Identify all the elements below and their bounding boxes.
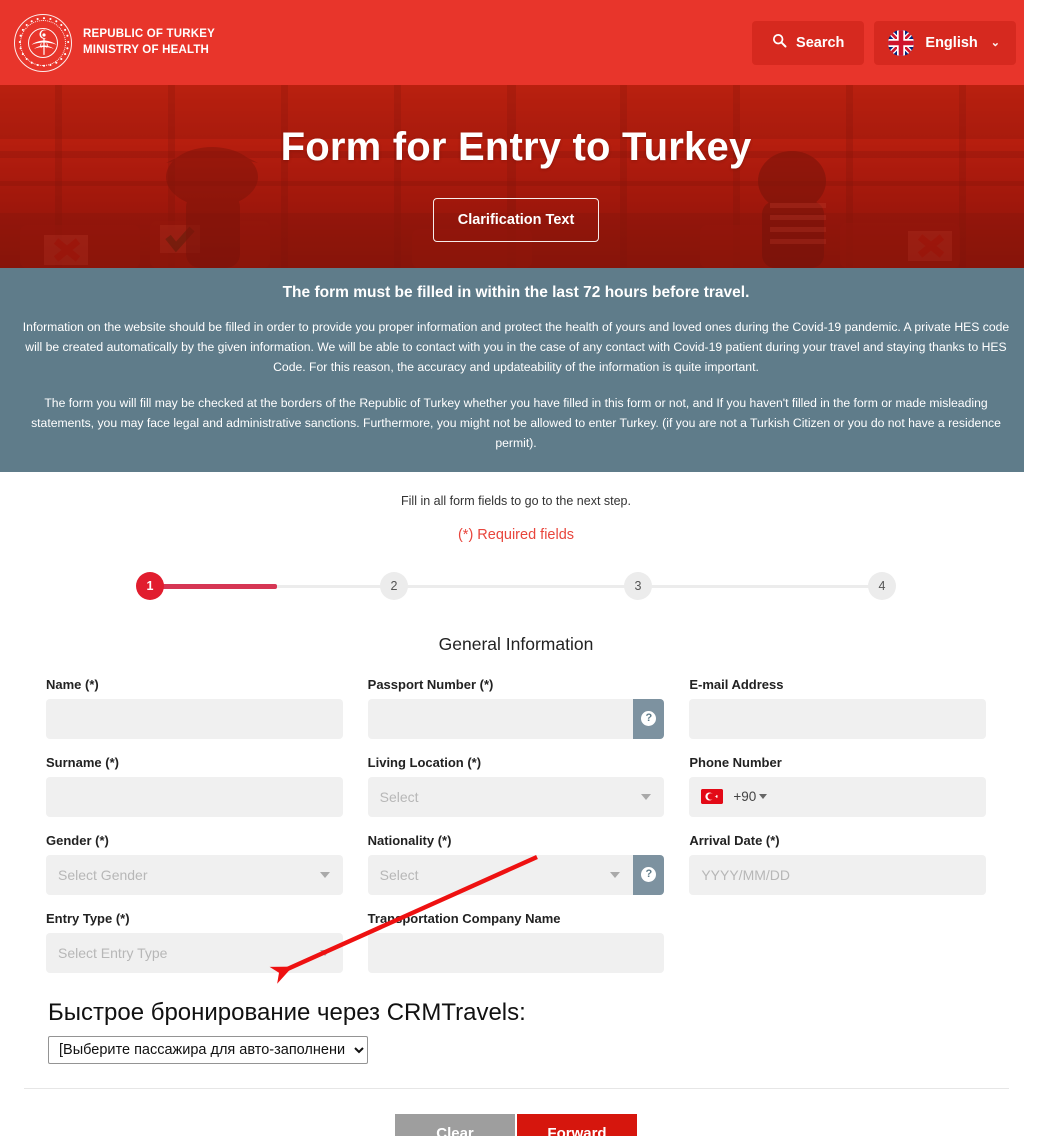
field-living-location: Living Location (*) <box>367 754 665 817</box>
question-mark-icon: ? <box>641 867 657 883</box>
forward-button[interactable]: Forward <box>517 1113 637 1136</box>
org-line-2: MINISTRY OF HEALTH <box>83 43 210 56</box>
step-1[interactable]: 1 <box>136 571 164 600</box>
language-label: English <box>925 34 978 51</box>
label-entry-type: Entry Type (*) <box>46 910 130 926</box>
question-mark-icon: ? <box>641 711 657 727</box>
clarification-text-button[interactable]: Clarification Text <box>432 198 600 242</box>
name-input[interactable] <box>46 698 343 739</box>
turkey-flag-icon <box>701 789 724 805</box>
field-email: E-mail Address <box>689 677 986 739</box>
transportation-company-input[interactable] <box>367 932 665 973</box>
living-location-select[interactable] <box>367 776 665 817</box>
field-phone-number: Phone Number +90 <box>689 755 986 817</box>
field-entry-type: Entry Type (*) <box>46 911 343 973</box>
step-progress: 1 2 3 4 <box>136 571 896 600</box>
crm-quick-booking-section: Быстрое бронирование через CRMTravels: [… <box>46 999 986 1064</box>
uk-flag-icon <box>888 29 915 56</box>
email-input[interactable] <box>689 698 986 739</box>
field-surname: Surname (*) <box>46 755 343 817</box>
entry-type-select[interactable] <box>46 932 343 973</box>
form-actions: Clear Forward <box>0 1113 1032 1136</box>
page-root: REPUBLIC OF TURKEY MINISTRY OF HEALTH Se… <box>0 0 1032 1136</box>
browser-edge-strip <box>1024 0 1032 1136</box>
site-header: REPUBLIC OF TURKEY MINISTRY OF HEALTH Se… <box>0 0 1032 85</box>
info-banner-heading: The form must be filled in within the la… <box>282 284 750 301</box>
language-selector[interactable]: English ⌄ <box>874 20 1016 65</box>
footer-divider <box>23 1087 1009 1089</box>
chevron-down-icon <box>759 794 768 800</box>
hero-banner: Form for Entry to Turkey Clarification T… <box>0 85 1032 268</box>
step-2[interactable]: 2 <box>380 571 408 600</box>
surname-input[interactable] <box>46 776 343 817</box>
label-phone-number: Phone Number <box>689 754 782 770</box>
passport-number-input[interactable] <box>367 698 634 739</box>
gender-select[interactable] <box>46 854 343 895</box>
field-arrival-date: Arrival Date (*) <box>689 833 986 895</box>
nationality-help-button[interactable]: ? <box>633 854 665 895</box>
label-passport-number: Passport Number (*) <box>367 676 494 692</box>
label-transportation-company: Transportation Company Name <box>367 910 561 926</box>
section-title: General Information <box>438 633 594 654</box>
info-banner-paragraph-2: The form you will fill may be checked at… <box>31 396 1001 450</box>
label-gender: Gender (*) <box>46 832 109 848</box>
field-gender: Gender (*) <box>46 833 343 895</box>
clear-button[interactable]: Clear <box>395 1113 515 1136</box>
header-actions: Search English ⌄ <box>752 20 1016 65</box>
search-icon <box>772 33 787 52</box>
field-passport-number: Passport Number (*) ? <box>367 676 665 739</box>
form-grid: Name (*) Passport Number (*) ? E-mail Ad… <box>46 677 986 989</box>
crm-passenger-select[interactable]: [Выберите пассажира для авто-заполнения] <box>48 1035 368 1064</box>
info-banner-paragraph-1: Information on the website should be fil… <box>22 320 1010 374</box>
required-fields-note: (*) Required fields <box>457 526 575 543</box>
step-4[interactable]: 4 <box>868 571 896 600</box>
phone-country-code: +90 <box>733 789 757 805</box>
nationality-select[interactable] <box>367 854 634 895</box>
label-surname: Surname (*) <box>46 754 119 770</box>
search-button-label: Search <box>796 34 845 51</box>
label-living-location: Living Location (*) <box>367 754 482 770</box>
brand-text: REPUBLIC OF TURKEY MINISTRY OF HEALTH <box>83 27 215 57</box>
field-name: Name (*) <box>46 677 343 739</box>
arrival-date-input[interactable] <box>689 854 986 895</box>
brand-logo[interactable]: REPUBLIC OF TURKEY MINISTRY OF HEALTH <box>14 13 215 72</box>
search-button[interactable]: Search <box>752 20 865 65</box>
passport-help-button[interactable]: ? <box>633 698 665 739</box>
page-title: Form for Entry to Turkey <box>280 125 752 169</box>
field-transportation-company: Transportation Company Name <box>367 910 665 973</box>
chevron-down-icon: ⌄ <box>990 37 1000 49</box>
phone-number-input[interactable]: +90 <box>689 776 986 817</box>
crm-quick-booking-title: Быстрое бронирование через CRMTravels: <box>48 998 526 1026</box>
label-nationality: Nationality (*) <box>367 832 452 848</box>
ministry-emblem-icon <box>14 13 72 72</box>
field-nationality: Nationality (*) ? <box>367 832 665 895</box>
form-hint: Fill in all form fields to go to the nex… <box>401 493 631 508</box>
label-name: Name (*) <box>46 676 99 692</box>
step-3[interactable]: 3 <box>624 571 652 600</box>
step-progress-fill <box>150 583 277 589</box>
org-line-1: REPUBLIC OF TURKEY <box>83 28 216 41</box>
label-arrival-date: Arrival Date (*) <box>689 832 780 848</box>
info-banner: The form must be filled in within the la… <box>0 268 1032 472</box>
label-email: E-mail Address <box>689 676 784 692</box>
form-section: Fill in all form fields to go to the nex… <box>0 472 1032 1136</box>
